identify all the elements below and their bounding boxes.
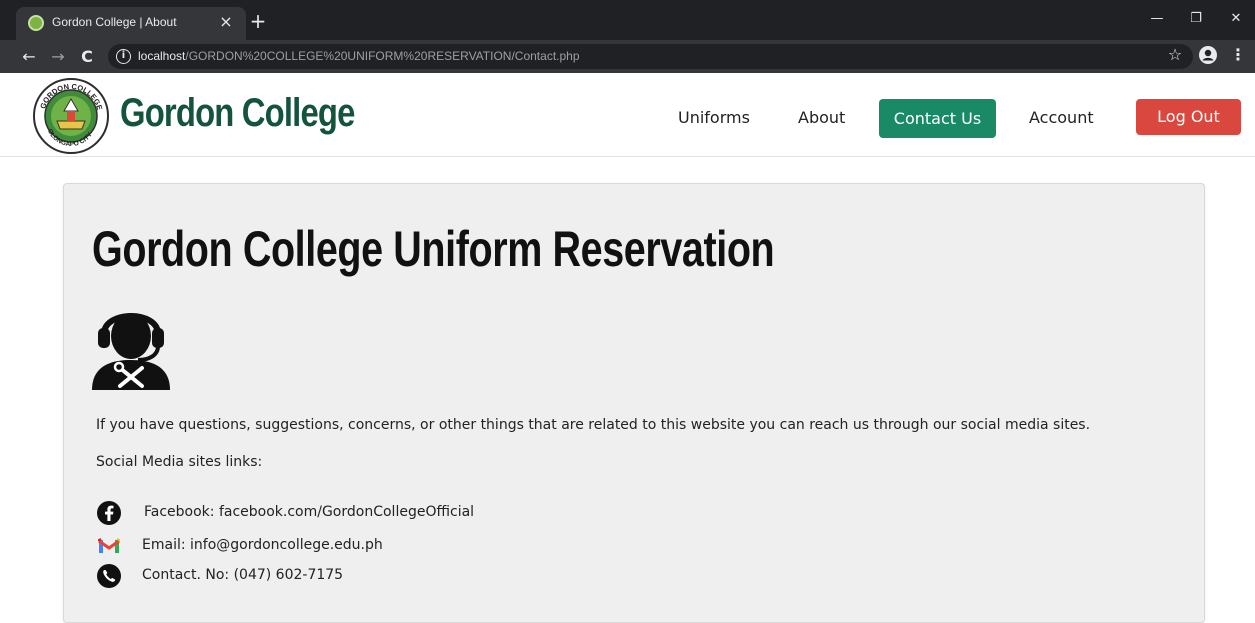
tab-title: Gordon College | About — [52, 15, 177, 29]
nav-about[interactable]: About — [798, 108, 845, 127]
new-tab-button[interactable]: + — [248, 11, 268, 31]
info-icon[interactable]: i — [116, 49, 131, 64]
profile-icon[interactable] — [1199, 46, 1217, 64]
phone-icon — [96, 563, 122, 589]
url-path: /GORDON%20COLLEGE%20UNIFORM%20RESERVATIO… — [185, 49, 580, 63]
customer-support-icon — [90, 296, 172, 390]
page-title: Gordon College Uniform Reservation — [92, 221, 775, 277]
facebook-icon — [96, 500, 122, 526]
bookmark-star-icon[interactable]: ☆ — [1165, 45, 1185, 65]
address-bar[interactable]: i localhost/GORDON%20COLLEGE%20UNIFORM%2… — [108, 44, 1193, 69]
social-media-label: Social Media sites links: — [96, 454, 263, 470]
back-button[interactable]: ← — [18, 46, 40, 68]
browser-toolbar: ← → C i localhost/GORDON%20COLLEGE%20UNI… — [0, 40, 1255, 73]
gmail-icon — [96, 533, 122, 559]
facebook-link[interactable]: Facebook: facebook.com/GordonCollegeOffi… — [144, 504, 474, 520]
reload-button[interactable]: C — [76, 46, 98, 68]
maximize-button[interactable]: ❐ — [1182, 8, 1210, 30]
favicon-icon — [28, 15, 44, 31]
site-header: GORDON COLLEGE OLONGAPO CITY Gordon Coll… — [0, 73, 1255, 157]
close-window-button[interactable]: ✕ — [1222, 8, 1250, 30]
phone-number: Contact. No: (047) 602-7175 — [142, 567, 344, 583]
tab-close-button[interactable]: × — [216, 12, 236, 32]
email-link[interactable]: Email: info@gordoncollege.edu.ph — [142, 537, 383, 553]
nav-contact-us[interactable]: Contact Us — [879, 99, 996, 138]
nav-account[interactable]: Account — [1029, 108, 1094, 127]
minimize-button[interactable]: — — [1143, 8, 1171, 30]
logout-button[interactable]: Log Out — [1136, 99, 1241, 135]
url-text: localhost/GORDON%20COLLEGE%20UNIFORM%20R… — [138, 49, 580, 63]
browser-menu-icon[interactable]: ⋮ — [1230, 45, 1246, 65]
intro-text: If you have questions, suggestions, conc… — [96, 417, 1091, 433]
nav-uniforms[interactable]: Uniforms — [678, 108, 750, 127]
college-seal-logo[interactable]: GORDON COLLEGE OLONGAPO CITY — [32, 77, 110, 155]
browser-tab[interactable]: Gordon College | About × — [16, 7, 246, 40]
browser-tabbar: Gordon College | About × + — ❐ ✕ — [0, 0, 1255, 40]
url-host: localhost — [138, 49, 186, 63]
brand-name[interactable]: Gordon College — [120, 91, 355, 136]
forward-button[interactable]: → — [47, 46, 69, 68]
